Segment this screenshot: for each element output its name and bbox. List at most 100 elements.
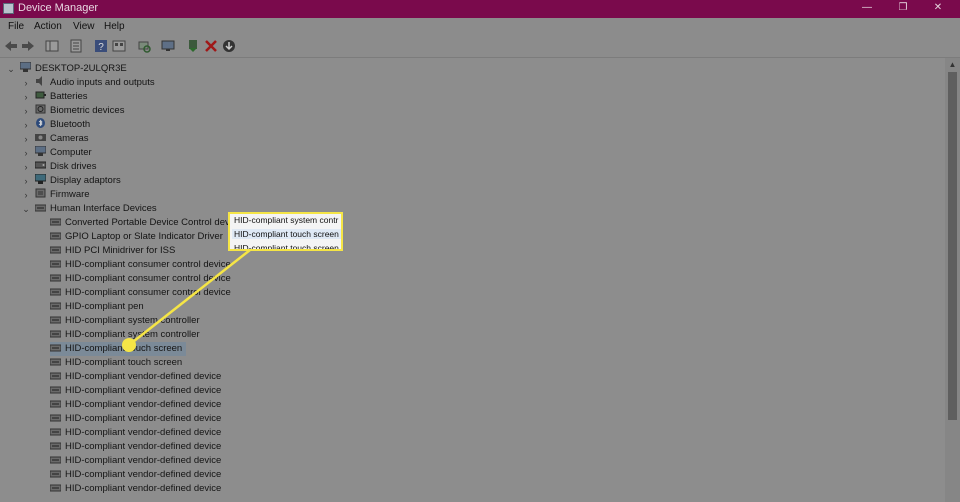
computer-icon xyxy=(35,146,46,156)
help-icon[interactable]: ? xyxy=(94,39,108,53)
hid-device-item[interactable]: HID-compliant vendor-defined device xyxy=(50,384,221,398)
chevron-right-icon[interactable]: › xyxy=(21,132,31,146)
disk-drive-icon xyxy=(35,161,46,169)
hid-device-icon xyxy=(50,456,61,464)
category-human-interface-devices[interactable]: ⌄ Human Interface Devices xyxy=(22,202,156,216)
chevron-right-icon[interactable]: › xyxy=(21,146,31,160)
hid-device-icon xyxy=(50,288,61,296)
chevron-right-icon[interactable]: › xyxy=(21,174,31,188)
hid-device-item[interactable]: HID-compliant vendor-defined device xyxy=(50,468,221,482)
hid-device-item[interactable]: HID-compliant consumer control device xyxy=(50,258,231,272)
chevron-right-icon[interactable]: › xyxy=(21,118,31,132)
chevron-right-icon[interactable]: › xyxy=(21,76,31,90)
category-biometric-devices[interactable]: › Biometric devices xyxy=(25,104,124,118)
minimize-button[interactable]: — xyxy=(860,1,874,15)
hid-device-icon xyxy=(50,302,61,310)
callout-line-3: HID-compliant touch screen xyxy=(234,243,339,251)
device-manager-icon xyxy=(3,3,14,14)
hid-device-icon xyxy=(50,372,61,380)
disable-device-icon[interactable] xyxy=(222,39,236,53)
hid-device-item[interactable]: HID-compliant system controller xyxy=(50,328,200,342)
back-arrow-icon[interactable] xyxy=(4,39,18,53)
bluetooth-icon xyxy=(36,118,45,128)
hid-device-item[interactable]: HID-compliant consumer control device xyxy=(50,286,231,300)
properties-icon[interactable] xyxy=(69,39,83,53)
hid-device-item[interactable]: HID-compliant vendor-defined device xyxy=(50,454,221,468)
toolbar: ? xyxy=(0,36,960,58)
action-view-icon[interactable] xyxy=(112,39,126,53)
callout-line-2: HID-compliant touch screen xyxy=(232,229,341,239)
hid-device-icon xyxy=(50,484,61,492)
hid-device-item[interactable]: HID-compliant touch screen xyxy=(50,356,182,370)
chevron-right-icon[interactable]: › xyxy=(21,90,31,104)
hid-device-icon xyxy=(50,246,61,254)
fingerprint-icon xyxy=(35,104,46,114)
computer-icon xyxy=(20,62,31,72)
hid-device-item[interactable]: HID-compliant consumer control device xyxy=(50,272,231,286)
hid-device-icon xyxy=(50,218,61,226)
menu-view[interactable]: View xyxy=(73,21,95,32)
category-batteries[interactable]: › Batteries xyxy=(25,90,88,104)
chevron-down-icon[interactable]: ⌄ xyxy=(21,202,31,216)
scroll-up-arrow-icon[interactable]: ▲ xyxy=(945,60,960,70)
hid-device-icon xyxy=(50,344,61,352)
hid-device-item[interactable]: HID-compliant vendor-defined device xyxy=(50,482,221,496)
menu-file[interactable]: File xyxy=(8,21,24,32)
window-title: Device Manager xyxy=(18,2,99,14)
camera-icon xyxy=(35,134,46,141)
menu-bar: File Action View Help xyxy=(0,18,960,36)
title-bar: Device Manager — ❐ ✕ xyxy=(0,0,960,18)
chevron-down-icon[interactable]: ⌄ xyxy=(6,62,16,76)
scrollbar-thumb[interactable] xyxy=(948,72,957,420)
category-computer[interactable]: › Computer xyxy=(25,146,92,160)
hid-device-item[interactable]: HID-compliant vendor-defined device xyxy=(50,426,221,440)
tree-root[interactable]: ⌄ DESKTOP-2ULQR3E xyxy=(7,62,127,76)
forward-arrow-icon[interactable] xyxy=(21,39,35,53)
update-driver-icon[interactable] xyxy=(186,39,200,53)
show-hide-tree-icon[interactable] xyxy=(45,39,59,53)
hid-device-icon xyxy=(50,414,61,422)
hid-device-item-selected[interactable]: HID-compliant touch screen xyxy=(50,342,187,356)
chevron-right-icon[interactable]: › xyxy=(21,188,31,202)
hid-device-icon xyxy=(50,386,61,394)
category-audio-inputs-and-outputs[interactable]: › Audio inputs and outputs xyxy=(25,76,155,90)
chevron-right-icon[interactable]: › xyxy=(21,104,31,118)
hid-device-item[interactable]: HID-compliant system controller xyxy=(50,314,200,328)
category-cameras[interactable]: › Cameras xyxy=(25,132,89,146)
hid-device-icon xyxy=(50,442,61,450)
category-bluetooth[interactable]: › Bluetooth xyxy=(25,118,90,132)
hid-device-icon xyxy=(50,232,61,240)
hid-device-item[interactable]: HID-compliant pen xyxy=(50,300,144,314)
hid-icon xyxy=(35,204,46,212)
menu-help[interactable]: Help xyxy=(104,21,125,32)
category-firmware[interactable]: › Firmware xyxy=(25,188,90,202)
speaker-icon xyxy=(36,76,42,86)
maximize-button[interactable]: ❐ xyxy=(896,1,910,15)
hid-device-item[interactable]: HID PCI Minidriver for ISS xyxy=(50,244,175,258)
category-disk-drives[interactable]: › Disk drives xyxy=(25,160,97,174)
monitor-icon[interactable] xyxy=(161,39,175,53)
hid-device-icon xyxy=(50,316,61,324)
menu-action[interactable]: Action xyxy=(34,21,62,32)
hid-device-item[interactable]: HID-compliant vendor-defined device xyxy=(50,412,221,426)
hid-device-icon xyxy=(50,428,61,436)
hid-device-icon xyxy=(50,274,61,282)
scan-hardware-icon[interactable] xyxy=(137,39,151,53)
category-display-adaptors[interactable]: › Display adaptors xyxy=(25,174,121,188)
hid-device-icon xyxy=(50,400,61,408)
hid-device-icon xyxy=(50,260,61,268)
uninstall-device-icon[interactable] xyxy=(204,39,218,53)
device-tree: ⌄ DESKTOP-2ULQR3E › Audio inputs and outp… xyxy=(0,58,945,502)
hid-device-item[interactable]: HID-compliant vendor-defined device xyxy=(50,370,221,384)
close-button[interactable]: ✕ xyxy=(931,1,945,15)
hid-device-item[interactable]: HID-compliant vendor-defined device xyxy=(50,440,221,454)
hid-device-item[interactable]: GPIO Laptop or Slate Indicator Driver xyxy=(50,230,223,244)
magnified-callout: HID-compliant system contr HID-compliant… xyxy=(228,212,343,251)
hid-device-item[interactable]: Converted Portable Device Control device xyxy=(50,216,242,230)
chevron-right-icon[interactable]: › xyxy=(21,160,31,174)
vertical-scrollbar[interactable]: ▲ xyxy=(945,58,960,502)
hid-device-item[interactable]: HID-compliant vendor-defined device xyxy=(50,398,221,412)
callout-line-1: HID-compliant system contr xyxy=(234,215,339,225)
battery-icon xyxy=(35,91,46,99)
firmware-icon xyxy=(35,188,46,198)
